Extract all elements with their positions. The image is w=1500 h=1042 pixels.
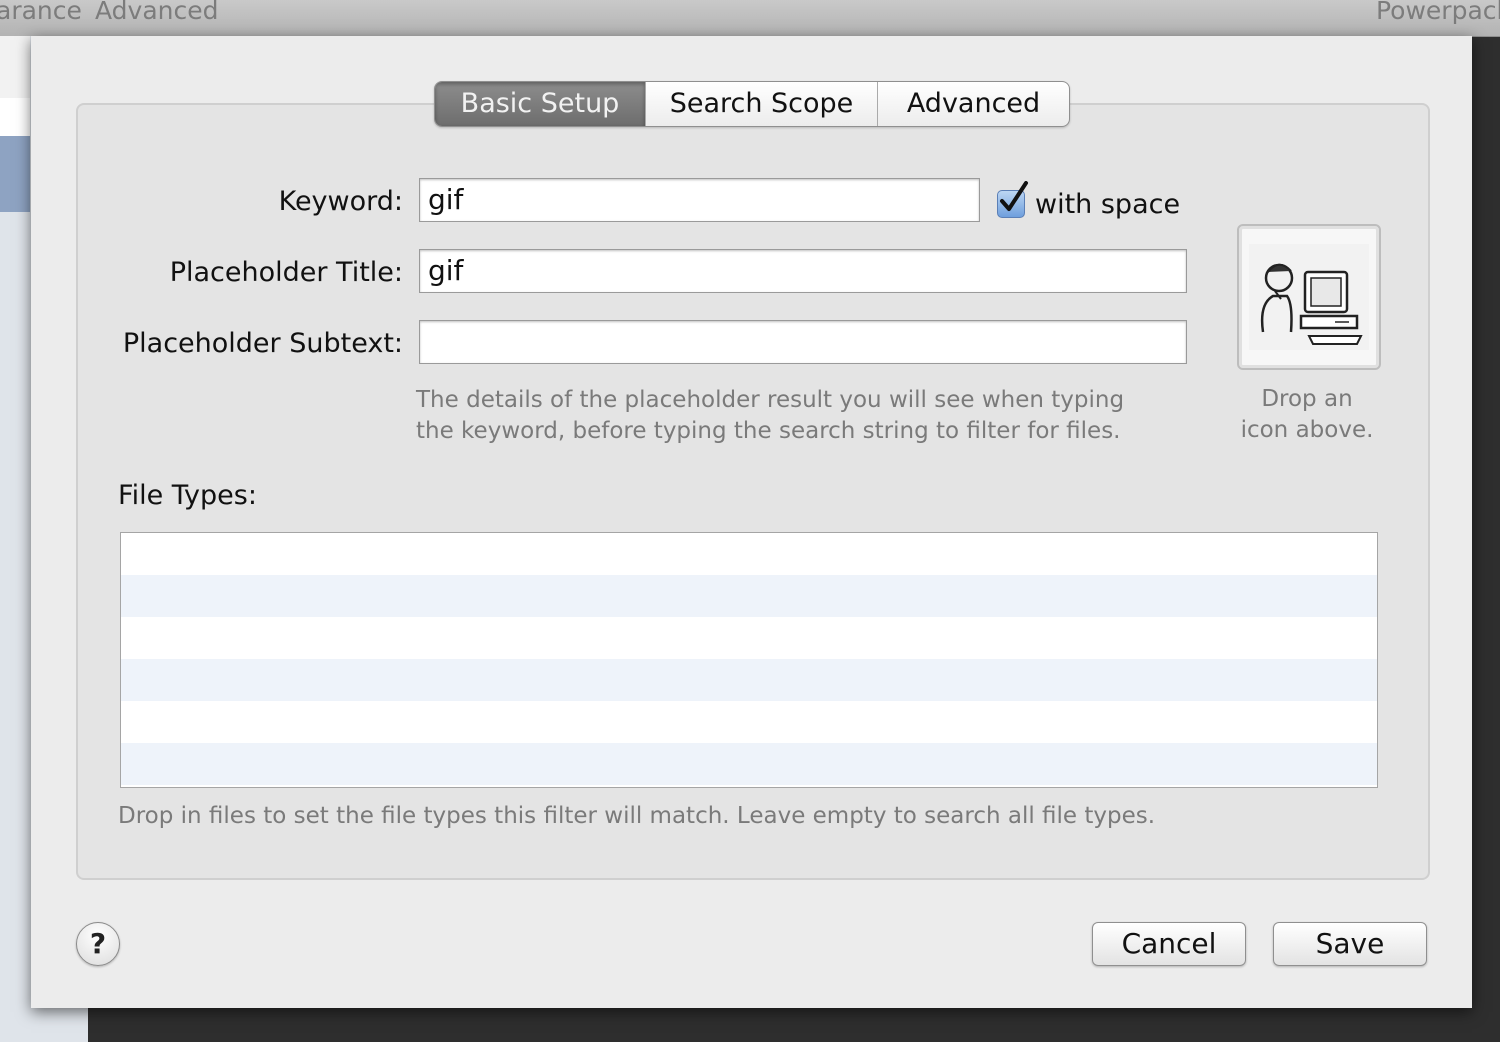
with-space-checkbox[interactable] — [997, 181, 1028, 218]
icon-caption-line2: icon above. — [1240, 417, 1374, 443]
keyword-input[interactable]: gif — [419, 178, 980, 222]
tab-search-scope[interactable]: Search Scope — [645, 82, 877, 126]
bg-sidebar-row — [0, 98, 30, 139]
icon-caption-line1: Drop an — [1261, 386, 1353, 412]
checkmark-icon — [1000, 181, 1028, 211]
help-button[interactable]: ? — [76, 922, 120, 966]
placeholder-subtext-input[interactable] — [419, 320, 1187, 364]
bg-tab-powerpack[interactable]: Powerpack — [1376, 0, 1500, 25]
cancel-button[interactable]: Cancel — [1092, 922, 1246, 966]
person-at-computer-icon — [1249, 244, 1369, 350]
icon-drop-well[interactable] — [1237, 224, 1381, 370]
bg-tab-appearance[interactable]: arance — [0, 0, 82, 25]
list-row-empty — [121, 617, 1377, 659]
with-space-option[interactable]: with space — [997, 181, 1180, 222]
save-button[interactable]: Save — [1273, 922, 1427, 966]
placeholder-title-label: Placeholder Title: — [169, 257, 403, 288]
list-row-empty — [121, 575, 1377, 617]
list-row-empty — [121, 533, 1377, 575]
tab-basic-setup[interactable]: Basic Setup — [435, 82, 645, 126]
tab-advanced[interactable]: Advanced — [877, 82, 1069, 126]
background-toolbar: arance Advanced Powerpack — [0, 0, 1500, 37]
placeholder-subtext-label: Placeholder Subtext: — [122, 328, 403, 359]
list-row-empty — [121, 659, 1377, 701]
list-row-empty — [121, 701, 1377, 743]
bg-sidebar-row — [0, 36, 30, 99]
list-row-empty — [121, 743, 1377, 785]
file-types-hint: Drop in files to set the file types this… — [118, 803, 1156, 829]
bg-tab-advanced[interactable]: Advanced — [95, 0, 219, 25]
file-types-list[interactable] — [120, 532, 1378, 788]
file-filter-sheet: Basic Setup Search Scope Advanced Keywor… — [31, 36, 1472, 1008]
tab-segmented-control: Basic Setup Search Scope Advanced — [434, 81, 1070, 127]
icon-drop-caption: Drop an icon above. — [1219, 384, 1395, 446]
bg-sidebar-row-selected — [0, 136, 30, 212]
placeholder-hint-line1: The details of the placeholder result yo… — [416, 387, 1125, 413]
with-space-label[interactable]: with space — [1035, 189, 1180, 220]
placeholder-hint-line2: the keyword, before typing the search st… — [416, 418, 1121, 444]
placeholder-title-input[interactable]: gif — [419, 249, 1187, 293]
file-types-label: File Types: — [118, 480, 257, 511]
keyword-label: Keyword: — [278, 186, 403, 217]
